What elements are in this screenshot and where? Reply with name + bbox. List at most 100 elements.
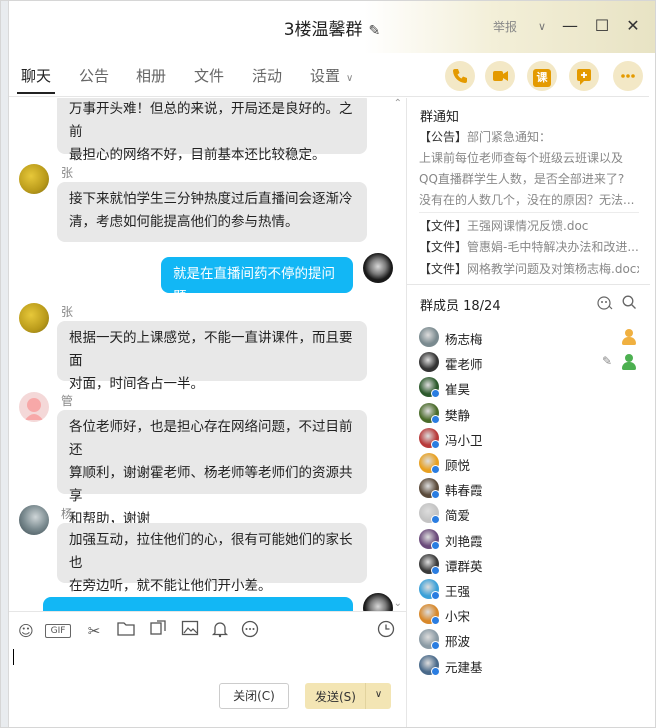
- member-item[interactable]: 谭群英: [407, 551, 650, 577]
- member-name: 杨志梅: [445, 332, 483, 347]
- member-avatar: [419, 478, 440, 500]
- notice-item[interactable]: 没有在的人数几个，没在的原因？无法...: [419, 191, 639, 209]
- message-bubble: 加强互动，拉住他们的心，很有可能她们的家长也 在旁边听，就不能让他们开小差。: [57, 523, 367, 594]
- device-status-icon: [431, 490, 440, 500]
- avatar[interactable]: [19, 392, 49, 422]
- member-item[interactable]: 霍老师 ✎: [407, 349, 650, 375]
- scroll-up-icon[interactable]: ⌃: [394, 98, 402, 109]
- member-item[interactable]: 韩春霞: [407, 475, 650, 501]
- notice-item[interactable]: 上课前每位老师查每个班级云班课以及: [419, 149, 639, 167]
- member-avatar: [419, 528, 440, 550]
- message-bubble: 万事开头难！但总的来说，开局还是良好的。之前 最担心的网络不好，目前基本还比较稳…: [57, 98, 367, 163]
- member-name: 刘艳霞: [445, 533, 483, 549]
- member-avatar: [419, 604, 440, 626]
- search-icon[interactable]: [622, 295, 637, 314]
- send-options-chevron-icon[interactable]: ∨: [365, 683, 391, 709]
- notice-text: 管惠娟-毛中特解决办法和改进...: [467, 240, 639, 254]
- tab-activity[interactable]: 活动: [252, 65, 282, 86]
- phone-call-icon[interactable]: [445, 61, 475, 91]
- image-icon[interactable]: [179, 620, 201, 642]
- member-item[interactable]: 杨志梅: [407, 324, 650, 350]
- my-avatar[interactable]: [363, 253, 393, 283]
- notice-text: 王强网课情况反馈.doc: [467, 219, 589, 233]
- tab-settings-label: 设置: [310, 67, 341, 85]
- group-name: 3楼温馨群: [283, 20, 363, 40]
- tab-settings[interactable]: 设置 ∨: [310, 65, 353, 86]
- message-bubble: 就是在直播间药不停的提问题: [161, 257, 353, 305]
- device-status-icon: [431, 641, 440, 651]
- member-avatar: [419, 503, 440, 525]
- report-link[interactable]: 举报: [493, 18, 517, 35]
- maximize-icon[interactable]: ☐: [589, 13, 615, 39]
- edit-nickname-icon[interactable]: ✎: [602, 354, 612, 368]
- member-name: 顾悦: [445, 458, 471, 473]
- emoji-icon[interactable]: ☺: [15, 620, 37, 642]
- notice-item[interactable]: 【公告】部门紧急通知：: [419, 128, 639, 146]
- device-status-icon: [431, 414, 440, 424]
- tab-album[interactable]: 相册: [136, 65, 166, 86]
- edit-title-icon[interactable]: ✎: [369, 23, 381, 39]
- admin-badge-icon: [620, 353, 638, 371]
- file-item[interactable]: 【文件】网格教学问题及对策杨志梅.docx: [419, 260, 639, 278]
- tab-files[interactable]: 文件: [194, 65, 224, 86]
- owner-badge-icon: [620, 328, 638, 346]
- file-item[interactable]: 【文件】王强网课情况反馈.doc: [419, 217, 639, 235]
- more-icon[interactable]: [613, 61, 643, 91]
- send-button-label: 发送(S): [315, 690, 356, 704]
- device-status-icon: [431, 565, 440, 575]
- minimize-icon[interactable]: —: [557, 13, 583, 39]
- member-name: 王强: [445, 584, 471, 599]
- avatar[interactable]: [19, 303, 49, 333]
- folder-icon[interactable]: [115, 620, 137, 642]
- scroll-down-icon[interactable]: ⌄: [394, 598, 402, 609]
- message-line: 根据一天的上课感觉，不能一直讲课件，而且要面: [69, 330, 353, 369]
- bell-icon[interactable]: [209, 620, 231, 642]
- avatar[interactable]: [19, 164, 49, 194]
- input-toolbar: ☺ GIF ✂: [9, 611, 406, 647]
- close-icon[interactable]: ✕: [620, 13, 646, 39]
- my-avatar[interactable]: [363, 593, 393, 611]
- member-item[interactable]: 樊静: [407, 400, 650, 426]
- chevron-down-icon[interactable]: ∨: [529, 14, 555, 40]
- notice-tag: 【文件】: [419, 240, 468, 254]
- notice-text: 部门紧急通知：: [467, 130, 552, 144]
- gif-icon[interactable]: GIF: [45, 624, 71, 638]
- member-name: 韩春霞: [445, 483, 483, 499]
- history-clock-icon[interactable]: [375, 620, 397, 642]
- scissors-icon[interactable]: ✂: [83, 620, 105, 642]
- member-item[interactable]: 邢波: [407, 626, 650, 652]
- class-label: 课: [533, 69, 551, 87]
- device-status-icon: [431, 515, 440, 525]
- invite-member-icon[interactable]: [597, 295, 613, 315]
- notice-text: QQ直播群学生人数，是否全部进来了?: [419, 172, 625, 186]
- member-item[interactable]: 崔昊: [407, 374, 650, 400]
- video-call-icon[interactable]: [485, 61, 515, 91]
- message-line: 在旁边听，就不能让他们开小差。: [69, 578, 272, 594]
- tab-chat[interactable]: 聊天: [16, 65, 56, 94]
- avatar[interactable]: [19, 505, 49, 535]
- close-button-label: 关闭(C): [233, 689, 275, 703]
- file-item[interactable]: 【文件】管惠娟-毛中特解决办法和改进...: [419, 238, 639, 256]
- tab-notice[interactable]: 公告: [79, 65, 109, 86]
- send-button[interactable]: 发送(S) ∨: [305, 683, 391, 709]
- member-item[interactable]: 冯小卫: [407, 425, 650, 451]
- message-line: 清，考虑如何能提高他们的参与热情。: [69, 214, 299, 230]
- member-item[interactable]: 简爱: [407, 500, 650, 526]
- device-status-icon: [431, 439, 440, 449]
- member-item[interactable]: 小宋: [407, 601, 650, 627]
- notice-text: 上课前每位老师查每个班级云班课以及: [419, 151, 624, 165]
- member-item[interactable]: 元建基: [407, 652, 650, 678]
- more-tools-icon[interactable]: [239, 620, 261, 642]
- class-button[interactable]: 课: [527, 61, 557, 91]
- member-avatar: [419, 352, 439, 373]
- add-app-icon[interactable]: [569, 61, 599, 91]
- close-button[interactable]: 关闭(C): [219, 683, 289, 709]
- member-name: 冯小卫: [445, 432, 483, 448]
- member-item[interactable]: 刘艳霞: [407, 526, 650, 552]
- member-item[interactable]: 顾悦: [407, 450, 650, 476]
- device-status-icon: [431, 666, 440, 676]
- message-list[interactable]: ⌃ 万事开头难！但总的来说，开局还是良好的。之前 最担心的网络不好，目前基本还比…: [9, 98, 406, 611]
- screenshot-icon[interactable]: [147, 620, 169, 642]
- notice-item[interactable]: QQ直播群学生人数，是否全部进来了?: [419, 170, 639, 188]
- member-item[interactable]: 王强: [407, 576, 650, 602]
